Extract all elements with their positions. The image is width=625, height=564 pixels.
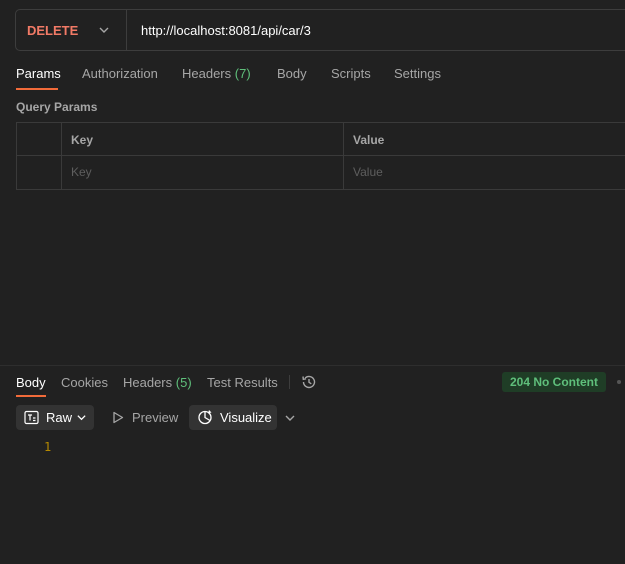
- table-divider: [17, 155, 625, 156]
- status-badge: 204 No Content: [502, 372, 607, 392]
- pane-divider[interactable]: [0, 365, 625, 366]
- play-icon: [113, 411, 124, 424]
- query-params-table: Key Value Key Value: [16, 122, 625, 190]
- active-response-tab-indicator: [16, 395, 46, 397]
- tab-settings[interactable]: Settings: [394, 66, 441, 81]
- tab-headers-label: Headers: [182, 66, 232, 81]
- tab-headers[interactable]: Headers (7): [182, 66, 251, 81]
- chevron-down-icon: [99, 27, 109, 33]
- param-key-input[interactable]: Key: [71, 165, 92, 179]
- active-tab-indicator: [16, 88, 58, 90]
- method-select[interactable]: DELETE: [16, 10, 127, 50]
- status-dot: [617, 380, 621, 384]
- tab-response-body[interactable]: Body: [16, 375, 46, 390]
- tab-cookies[interactable]: Cookies: [61, 375, 108, 390]
- table-divider: [343, 123, 344, 189]
- url-bar: DELETE http://localhost:8081/api/car/3: [15, 9, 625, 51]
- tab-response-headers[interactable]: Headers (5): [123, 375, 192, 390]
- method-label: DELETE: [27, 23, 79, 38]
- headers-count: (7): [234, 66, 251, 81]
- visualize-icon: [198, 410, 212, 425]
- tab-authorization[interactable]: Authorization: [82, 66, 158, 81]
- raw-format-icon: [24, 410, 39, 425]
- preview-button[interactable]: Preview: [106, 405, 180, 430]
- tab-body[interactable]: Body: [277, 66, 307, 81]
- history-icon[interactable]: [300, 373, 318, 391]
- url-input[interactable]: http://localhost:8081/api/car/3: [141, 23, 311, 38]
- tab-test-results[interactable]: Test Results: [207, 375, 278, 390]
- table-divider: [61, 123, 62, 189]
- tab-separator: [289, 375, 290, 389]
- column-header-value: Value: [353, 133, 385, 147]
- visualize-label: Visualize: [220, 410, 272, 425]
- tab-params[interactable]: Params: [16, 66, 61, 81]
- tab-scripts[interactable]: Scripts: [331, 66, 371, 81]
- response-headers-count: (5): [175, 375, 192, 390]
- tab-response-headers-label: Headers: [123, 375, 173, 390]
- raw-format-dropdown[interactable]: Raw: [16, 405, 94, 430]
- param-value-input[interactable]: Value: [353, 165, 383, 179]
- chevron-down-icon: [77, 415, 86, 421]
- visualize-dropdown-chevron-icon[interactable]: [284, 412, 296, 424]
- raw-label: Raw: [46, 410, 73, 425]
- line-number: 1: [44, 440, 52, 454]
- visualize-button[interactable]: Visualize: [189, 405, 277, 430]
- preview-label: Preview: [132, 410, 179, 425]
- column-header-key: Key: [71, 133, 94, 147]
- query-params-title: Query Params: [16, 100, 98, 114]
